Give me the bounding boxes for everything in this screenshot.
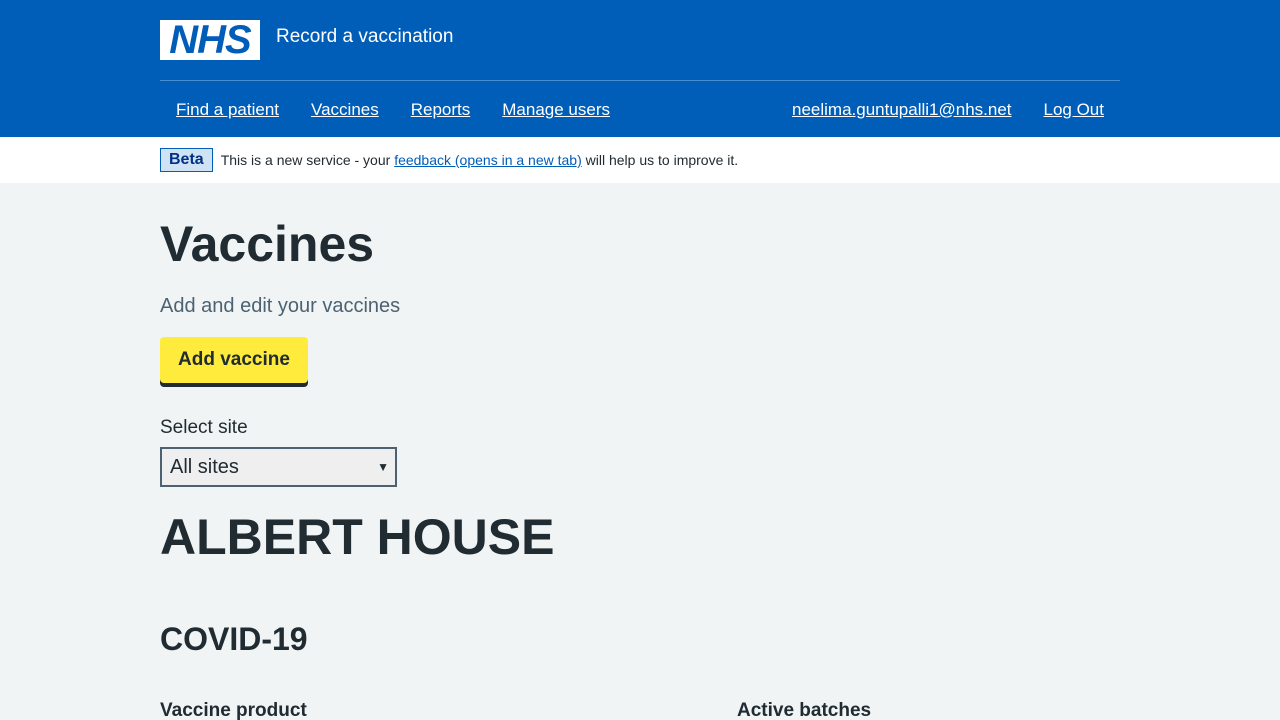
column-header-batches: Active batches <box>737 700 872 720</box>
nav-log-out[interactable]: Log Out <box>1028 81 1121 138</box>
vaccine-type-heading: COVID-19 <box>160 621 308 657</box>
add-vaccine-button[interactable]: Add vaccine <box>160 337 308 383</box>
vaccine-table-header: Vaccine product Active batches <box>160 700 1120 720</box>
site-header: NHS Record a vaccination Find a patient … <box>0 0 1280 137</box>
feedback-link[interactable]: feedback (opens in a new tab) <box>394 152 582 168</box>
nhs-logo[interactable]: NHS <box>160 20 260 60</box>
header-nav: Find a patient Vaccines Reports Manage u… <box>160 80 1120 137</box>
select-site-label: Select site <box>160 417 248 438</box>
beta-tag: Beta <box>160 148 213 172</box>
page-lead: Add and edit your vaccines <box>160 295 401 317</box>
chevron-down-icon: ▼ <box>377 460 389 474</box>
nav-find-patient[interactable]: Find a patient <box>160 81 295 138</box>
site-select[interactable]: All sites ▼ <box>160 447 397 487</box>
site-select-value: All sites <box>170 455 239 478</box>
column-header-product: Vaccine product <box>160 700 307 720</box>
nav-manage-users[interactable]: Manage users <box>486 81 626 138</box>
beta-banner: Beta This is a new service - your feedba… <box>0 137 1280 183</box>
main-content: Vaccines Add and edit your vaccines Add … <box>160 217 1120 720</box>
nav-user-email[interactable]: neelima.guntupalli1@nhs.net <box>776 81 1028 138</box>
nav-vaccines[interactable]: Vaccines <box>295 81 395 138</box>
site-heading: ALBERT HOUSE <box>160 509 555 565</box>
nav-reports[interactable]: Reports <box>395 81 487 138</box>
beta-text: This is a new service - your feedback (o… <box>220 152 739 168</box>
service-name[interactable]: Record a vaccination <box>276 26 453 48</box>
page-title: Vaccines <box>160 216 375 272</box>
